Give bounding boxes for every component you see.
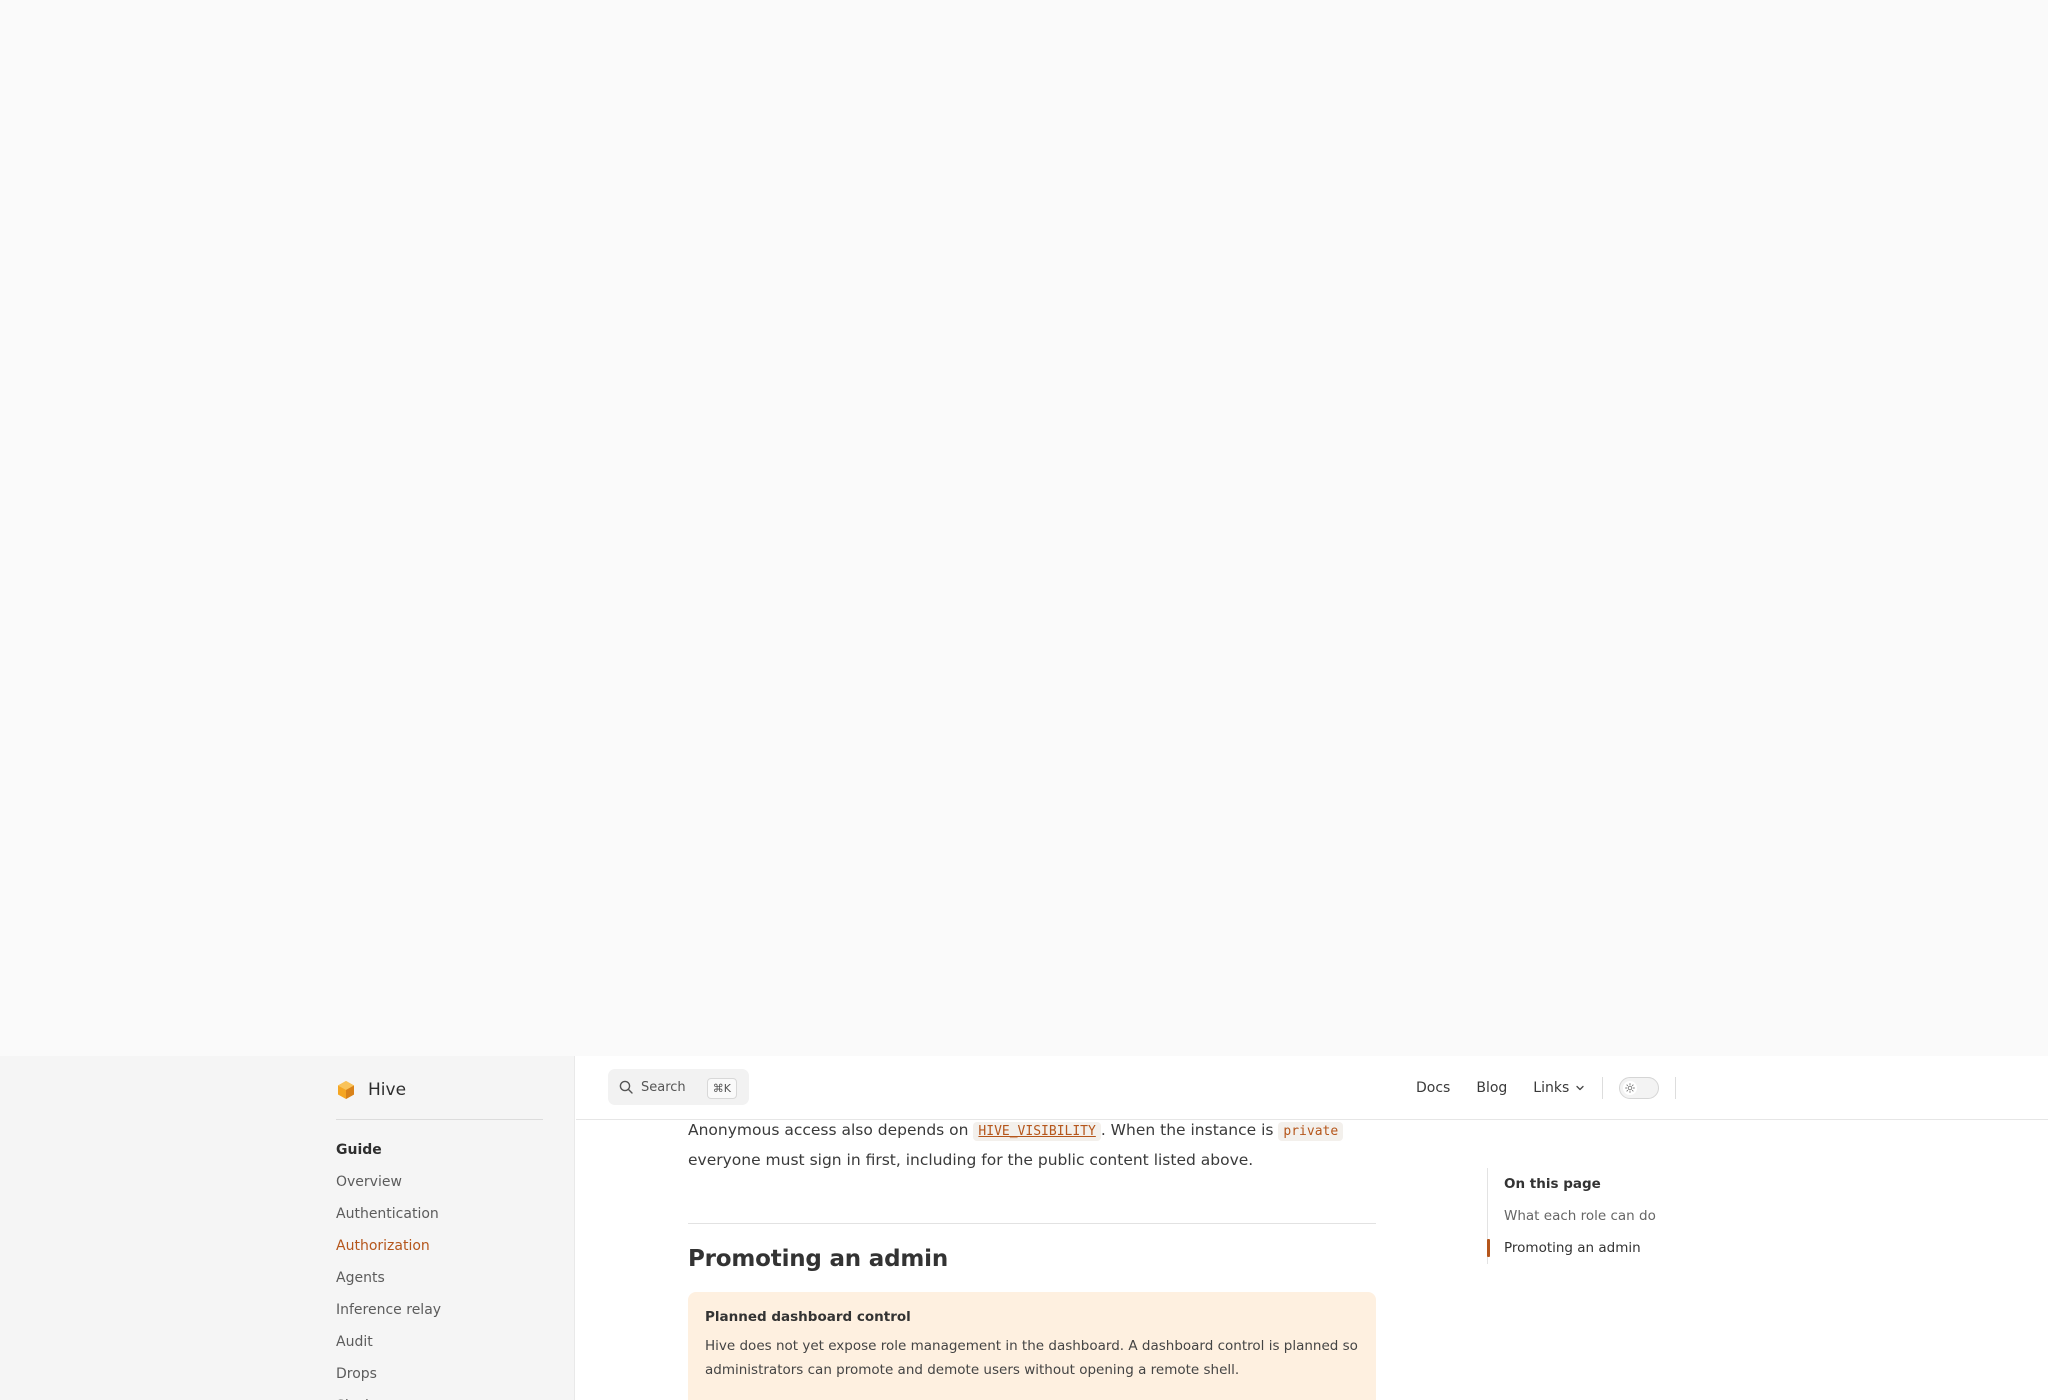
sun-icon [1625,1083,1635,1093]
search-button[interactable]: Search ⌘K [608,1069,749,1105]
docs-app: Hive Guide Overview Authentication Autho… [0,1056,2048,1400]
sidebar-item-authentication[interactable]: Authentication [336,1198,556,1230]
paragraph-text: Anonymous access also depends on [688,1121,974,1139]
sidebar-item-agents[interactable]: Agents [336,1262,556,1294]
links-dropdown[interactable]: Links [1533,1080,1586,1096]
topbar-separator [1602,1077,1603,1099]
sidebar-item-authorization[interactable]: Authorization [336,1230,556,1262]
hive-visibility-code-link[interactable]: HIVE_VISIBILITY [973,1122,1101,1141]
search-shortcut-badge: ⌘K [706,1078,737,1099]
callout-body: Hive does not yet expose role management… [705,1338,1358,1378]
sidebar-nav: Guide Overview Authentication Authorizat… [336,1134,556,1400]
visibility-paragraph: Anonymous access also depends on HIVE_VI… [688,1116,1376,1175]
sidebar: Hive Guide Overview Authentication Autho… [0,1056,575,1400]
callout-title: Planned dashboard control [705,1309,911,1325]
links-dropdown-label: Links [1533,1080,1570,1096]
blank-page-area [0,0,2048,1056]
theme-toggle-knob [1623,1081,1637,1095]
paragraph-text: everyone must sign in first, including f… [688,1151,1254,1169]
sidebar-item-audit[interactable]: Audit [336,1326,556,1358]
sidebar-heading-guide: Guide [336,1142,382,1158]
article-content: Anonymous access also depends on HIVE_VI… [688,1116,1376,1400]
brand-name: Hive [368,1080,407,1100]
theme-toggle[interactable] [1619,1077,1659,1099]
on-this-page-toc: On this page What each role can do Promo… [1487,1168,1727,1264]
sidebar-item-slack[interactable]: Slack [336,1390,556,1400]
search-icon [619,1080,633,1094]
top-nav: Docs Blog Links [1416,1076,1612,1100]
paragraph-text: . When the instance is [1100,1121,1279,1139]
nav-link-docs[interactable]: Docs [1416,1080,1450,1096]
sidebar-item-drops[interactable]: Drops [336,1358,556,1390]
section-divider [688,1223,1376,1224]
toc-item-promoting-an-admin[interactable]: Promoting an admin [1487,1232,1727,1264]
topbar-separator [1675,1077,1676,1099]
brand[interactable]: Hive [336,1076,406,1104]
sidebar-divider [336,1119,543,1120]
chevron-down-icon [1576,1085,1584,1091]
top-bar: Search ⌘K Docs Blog Links [576,1056,2048,1120]
heading-promoting-an-admin: Promoting an admin [688,1246,949,1272]
sidebar-item-overview[interactable]: Overview [336,1166,556,1198]
toc-heading: On this page [1504,1176,1601,1192]
toc-item-what-each-role-can-do[interactable]: What each role can do [1504,1200,1727,1232]
callout-planned-dashboard-control: Planned dashboard control Hive does not … [688,1292,1376,1400]
search-label: Search [641,1079,686,1095]
private-code: private [1278,1122,1344,1141]
nav-link-blog[interactable]: Blog [1476,1080,1507,1096]
sidebar-item-inference-relay[interactable]: Inference relay [336,1294,556,1326]
hive-logo-icon [338,1081,354,1099]
